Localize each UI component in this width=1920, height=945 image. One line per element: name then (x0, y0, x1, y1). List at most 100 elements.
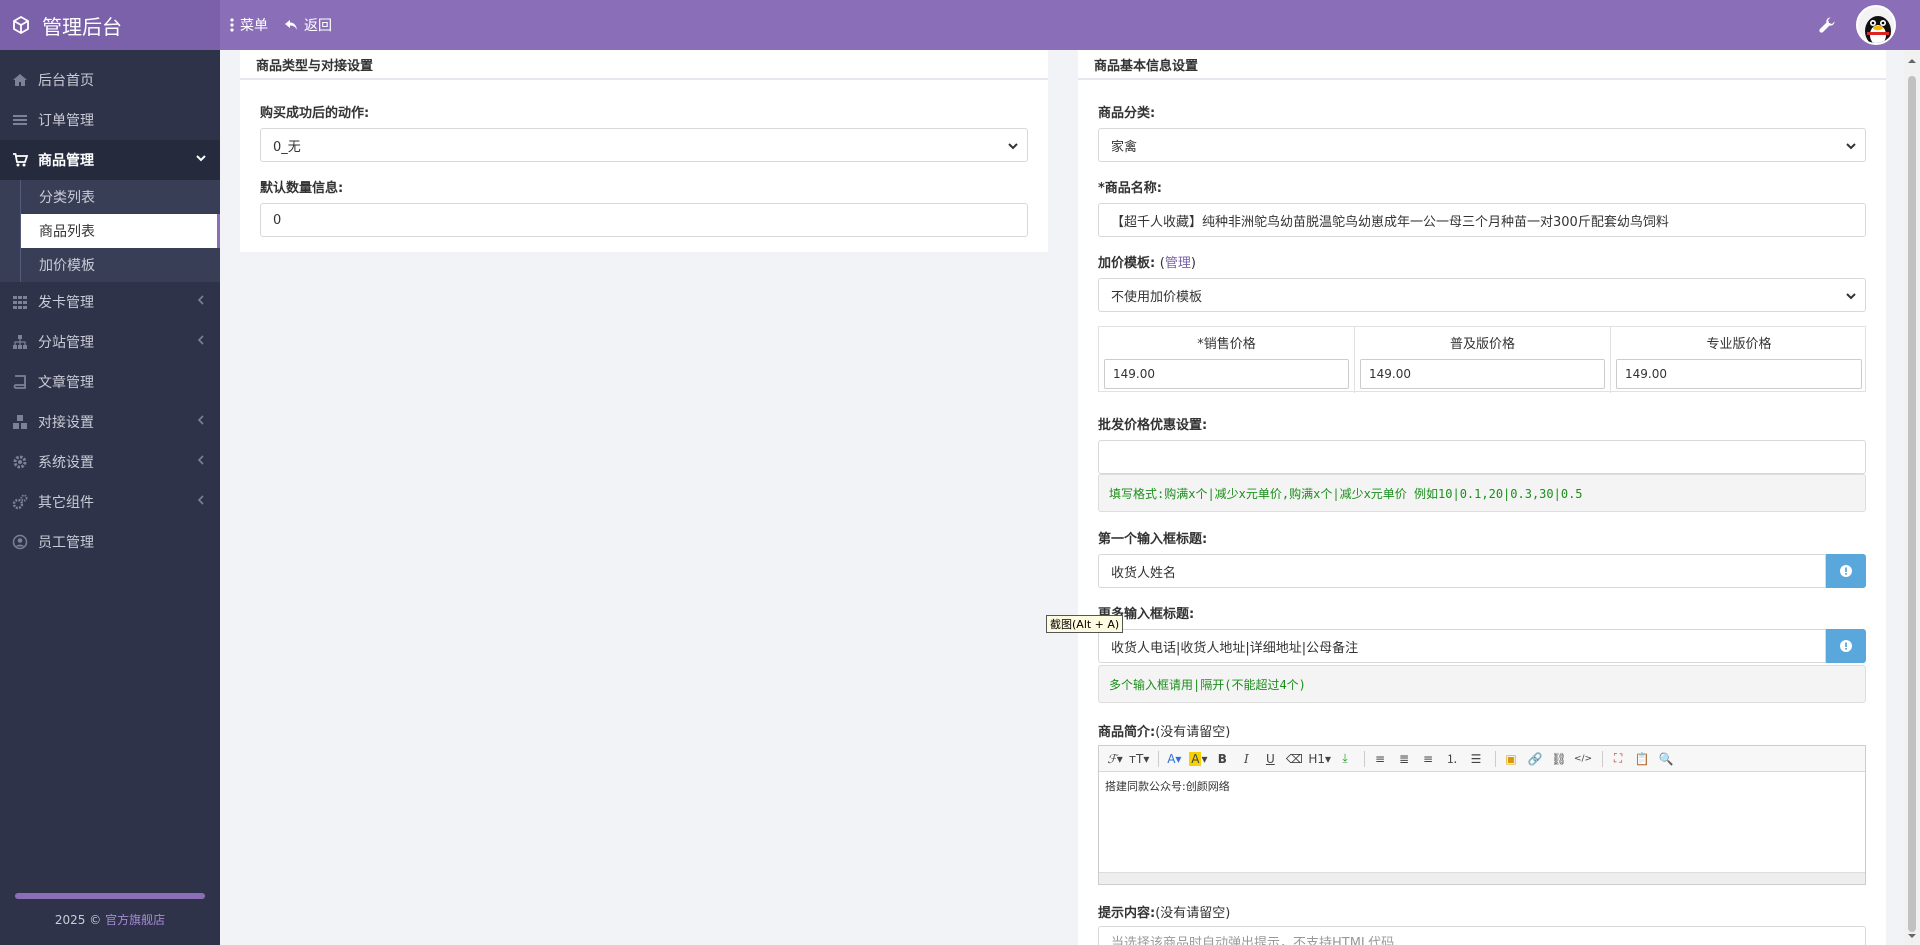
footer-link[interactable]: 官方旗舰店 (105, 913, 165, 927)
page-scrollbar[interactable] (1904, 50, 1920, 945)
price-col-sale: *销售价格 149.00 (1099, 327, 1355, 393)
name-label: *商品名称: (1098, 181, 1162, 196)
name-input-value: 【超千人收藏】纯种非洲鸵鸟幼苗脱温鸵鸟幼崽成年一公一母三个月种苗一对300斤配套… (1111, 214, 1669, 230)
eraser-icon[interactable]: ⌫ (1284, 749, 1304, 769)
image-icon[interactable]: ▣ (1501, 749, 1521, 769)
sidebar-item-integration[interactable]: 对接设置 (0, 402, 220, 442)
sidebar-subitem-categories[interactable]: 分类列表 (20, 180, 220, 214)
fullscreen-icon[interactable]: ⛶ (1608, 749, 1628, 769)
gears-icon (12, 494, 28, 510)
price-header: *销售价格 (1197, 336, 1256, 352)
avatar[interactable] (1856, 5, 1896, 45)
basic-price-input[interactable]: 149.00 (1360, 359, 1605, 389)
scrollbar-thumb[interactable] (1908, 76, 1916, 932)
sidebar-item-substations[interactable]: 分站管理 (0, 322, 220, 362)
intro-editor: ℱ▾ тT▾ A▾ A ▾ B I U ⌫ H1▾ ⤓ ≡ ≣ ≡ ⒈ ☰ ▣ 🔗… (1098, 745, 1866, 885)
wholesale-input[interactable] (1098, 440, 1866, 474)
unordered-list-icon[interactable]: ☰ (1466, 749, 1486, 769)
cube-logo-icon (13, 16, 29, 34)
price-col-pro: 专业版价格 149.00 (1611, 327, 1867, 393)
sidebar-item-articles[interactable]: 文章管理 (0, 362, 220, 402)
font-family-icon[interactable]: ℱ▾ (1105, 749, 1125, 769)
tip-label: 提示内容:(没有请留空) (1098, 902, 1230, 921)
align-center-icon[interactable]: ≣ (1394, 749, 1414, 769)
intro-editor-body[interactable]: 搭建同款公众号:创颜网络 (1099, 772, 1865, 800)
sidebar-item-label: 订单管理 (38, 113, 94, 129)
sidebar-item-orders[interactable]: 订单管理 (0, 100, 220, 140)
underline-icon[interactable]: U (1260, 749, 1280, 769)
gear-icon (13, 455, 27, 469)
template-label: 加价模板: (管理) (1098, 252, 1196, 271)
wholesale-label: 批发价格优惠设置: (1098, 418, 1208, 433)
more-input-value: 收货人电话|收货人地址|详细地址|公母备注 (1111, 640, 1359, 656)
user-circle-icon (12, 534, 28, 550)
sidebar-item-label: 后台首页 (38, 73, 94, 89)
font-color-icon[interactable]: A▾ (1164, 749, 1184, 769)
qty-input[interactable]: 0 (260, 203, 1028, 237)
scroll-down-icon[interactable] (1904, 929, 1920, 943)
action-label: 购买成功后的动作: (260, 106, 370, 121)
align-right-icon[interactable]: ≡ (1418, 749, 1438, 769)
name-input[interactable]: 【超千人收藏】纯种非洲鸵鸟幼苗脱温鸵鸟幼崽成年一公一母三个月种苗一对300斤配套… (1098, 203, 1866, 237)
editor-resize-handle[interactable] (1099, 872, 1865, 884)
price-header: 普及版价格 (1449, 336, 1515, 352)
sidebar-item-components[interactable]: 其它组件 (0, 482, 220, 522)
sidebar-item-staff[interactable]: 员工管理 (0, 522, 220, 562)
chevron-left-icon (197, 335, 204, 345)
sidebar-item-products[interactable]: 商品管理 (0, 140, 220, 180)
highlight-color-icon[interactable]: A ▾ (1188, 749, 1208, 769)
sidebar-item-home[interactable]: 后台首页 (0, 60, 220, 100)
sidebar-item-label: 系统设置 (38, 455, 94, 471)
sale-price-input[interactable]: 149.00 (1104, 359, 1349, 389)
first-input-info-button[interactable] (1826, 554, 1866, 588)
menu-button[interactable]: 菜单 (230, 15, 268, 35)
action-select[interactable]: 0_无 (260, 128, 1028, 162)
products-submenu: 分类列表 商品列表 加价模板 (0, 180, 220, 282)
back-button[interactable]: 返回 (284, 15, 332, 35)
more-input-info-button[interactable] (1826, 629, 1866, 663)
pro-price-input[interactable]: 149.00 (1616, 359, 1862, 389)
template-select-value: 不使用加价模板 (1111, 289, 1203, 305)
sidebar-footer: 2025 © 官方旗舰店 (0, 875, 220, 945)
info-circle-icon (1840, 565, 1852, 577)
insert-line-icon[interactable]: ⤓ (1335, 749, 1355, 769)
heading-icon[interactable]: H1▾ (1308, 749, 1331, 769)
intro-note: (没有请留空) (1155, 725, 1231, 740)
sidebar-item-cards[interactable]: 发卡管理 (0, 282, 220, 322)
toolbar-separator (1364, 750, 1366, 767)
sidebar-item-label: 商品管理 (38, 153, 94, 169)
sidebar-item-label: 员工管理 (38, 535, 94, 551)
brand[interactable]: 管理后台 (0, 0, 220, 50)
sidebar-subitem-products[interactable]: 商品列表 (20, 214, 220, 248)
sidebar-item-system[interactable]: 系统设置 (0, 442, 220, 482)
template-manage-link[interactable]: 管理 (1165, 256, 1191, 271)
reply-icon (285, 20, 297, 30)
paste-icon[interactable]: 📋 (1632, 749, 1652, 769)
sidebar-subitem-markup[interactable]: 加价模板 (20, 248, 220, 282)
more-input-field[interactable]: 收货人电话|收货人地址|详细地址|公母备注 (1098, 629, 1826, 663)
chevron-left-icon (197, 415, 204, 425)
scroll-up-icon[interactable] (1904, 54, 1920, 68)
template-paren-close: ) (1190, 256, 1196, 271)
font-size-icon[interactable]: тT▾ (1129, 749, 1149, 769)
template-select[interactable]: 不使用加价模板 (1098, 278, 1866, 312)
sitemap-icon (13, 335, 27, 349)
bold-icon[interactable]: B (1212, 749, 1232, 769)
unlink-icon[interactable]: ⛓ (1549, 749, 1569, 769)
tip-textarea[interactable]: 当选择该商品时自动弹出提示，不支持HTML代码 (1098, 926, 1866, 945)
toolbar-separator (1495, 750, 1497, 767)
category-select[interactable]: 家禽 (1098, 128, 1866, 162)
code-icon[interactable]: </> (1573, 749, 1593, 769)
first-input-field[interactable]: 收货人姓名 (1098, 554, 1826, 588)
footer-year: 2025 © (54, 913, 102, 927)
align-left-icon[interactable]: ≡ (1370, 749, 1390, 769)
italic-icon[interactable]: I (1236, 749, 1256, 769)
preview-icon[interactable]: 🔍 (1656, 749, 1676, 769)
price-col-basic: 普及版价格 149.00 (1355, 327, 1611, 393)
wrench-icon[interactable] (1818, 16, 1836, 34)
intro-label-text: 商品简介: (1098, 725, 1156, 740)
link-icon[interactable]: 🔗 (1525, 749, 1545, 769)
ordered-list-icon[interactable]: ⒈ (1442, 749, 1462, 769)
sidebar: 后台首页 订单管理 商品管理 分类列表 商品列表 加价模板 发卡管理 分站管理 … (0, 50, 220, 945)
category-label: 商品分类: (1098, 106, 1156, 121)
